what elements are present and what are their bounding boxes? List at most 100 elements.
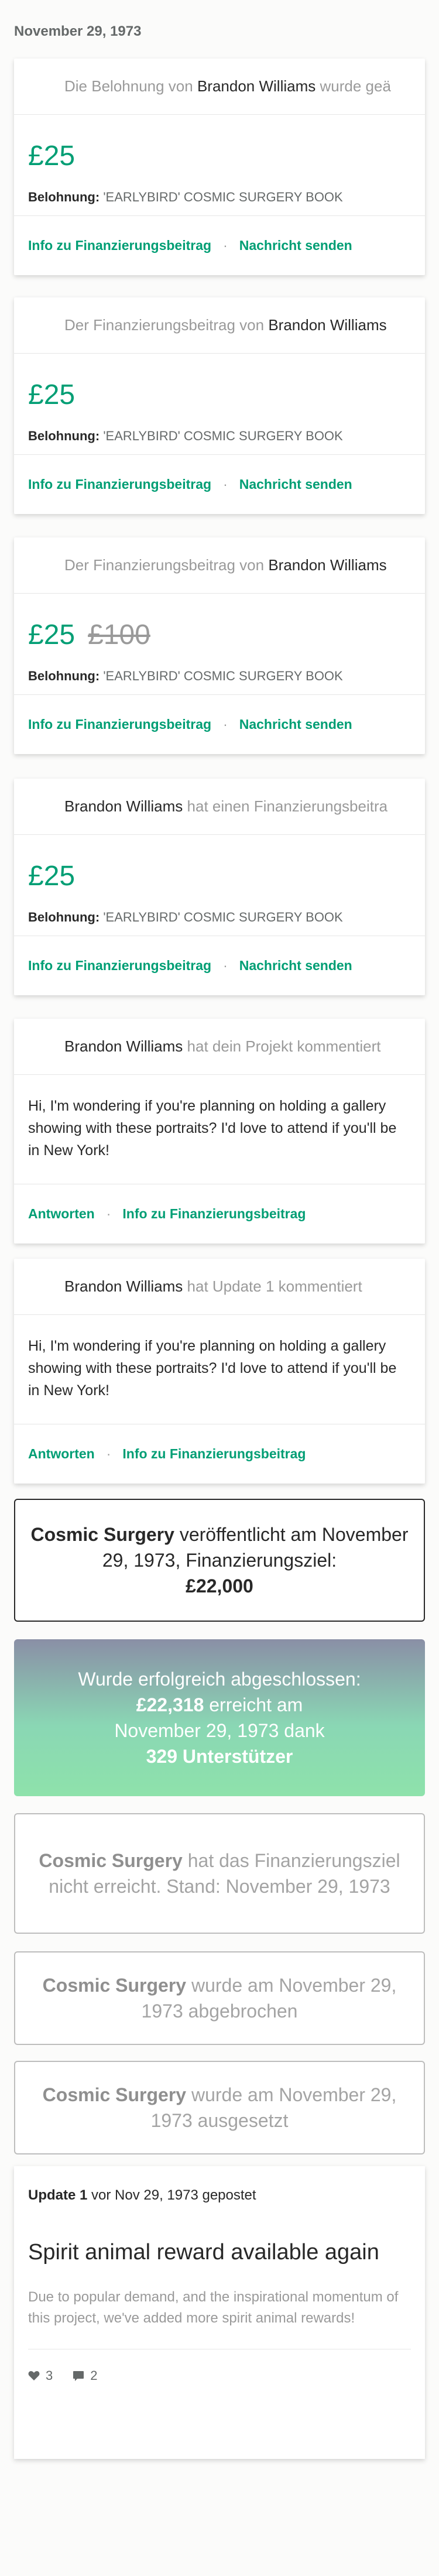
header-prefix: Der Finanzierungsbeitrag von: [64, 556, 265, 574]
header-suffix: hat Update 1 kommentiert: [187, 1277, 362, 1295]
send-message-link[interactable]: Nachricht senden: [239, 958, 352, 974]
pledge-amount: £25: [28, 379, 76, 410]
project-update-card[interactable]: Update 1 vor Nov 29, 1973 gepostet Spiri…: [14, 2166, 425, 2459]
pledge-amount: £25: [28, 619, 76, 650]
activity-card-comment-update[interactable]: Brandon Williams hat Update 1 kommentier…: [14, 1259, 425, 1484]
reward-value: 'EARLYBIRD' COSMIC SURGERY BOOK: [103, 190, 343, 204]
separator: ·: [106, 1446, 111, 1461]
backer-name[interactable]: Brandon Williams: [64, 1037, 183, 1056]
separator: ·: [223, 477, 228, 492]
project-name: Cosmic Surgery: [42, 1975, 187, 1996]
reward-label: Belohnung:: [28, 429, 100, 443]
send-message-link[interactable]: Nachricht senden: [239, 477, 352, 492]
separator: ·: [223, 717, 228, 732]
likes-stat[interactable]: 3: [28, 2368, 53, 2383]
comment-text: Hi, I'm wondering if you're planning on …: [28, 1338, 397, 1399]
reward-label: Belohnung:: [28, 910, 100, 924]
project-suspended-card[interactable]: Cosmic Surgery wurde am November 29, 197…: [14, 2061, 425, 2154]
card-actions: Antworten · Info zu Finanzierungsbeitrag: [14, 1424, 425, 1484]
project-name: Cosmic Surgery: [39, 1850, 183, 1871]
pledge-info-link[interactable]: Info zu Finanzierungsbeitrag: [28, 958, 211, 974]
update-title[interactable]: Spirit animal reward available again: [28, 2238, 411, 2267]
card-header: Brandon Williams hat dein Projekt kommen…: [14, 1019, 425, 1075]
project-launched-card[interactable]: Cosmic Surgery veröffentlicht am Novembe…: [14, 1499, 425, 1622]
success-text: Wurde erfolgreich abgeschlossen: £22,318…: [78, 1666, 361, 1769]
update-posted-date: vor Nov 29, 1973 gepostet: [91, 2187, 256, 2203]
reward-label: Belohnung:: [28, 669, 100, 683]
reply-link[interactable]: Antworten: [28, 1446, 95, 1462]
pledge-info-link[interactable]: Info zu Finanzierungsbeitrag: [122, 1446, 306, 1462]
reward-label: Belohnung:: [28, 190, 100, 204]
card-actions: Info zu Finanzierungsbeitrag · Nachricht…: [14, 215, 425, 275]
card-header: Die Belohnung von Brandon Williams wurde…: [14, 59, 425, 115]
header-prefix: Die Belohnung von: [64, 77, 193, 95]
comment-text: Hi, I'm wondering if you're planning on …: [28, 1098, 397, 1159]
send-message-link[interactable]: Nachricht senden: [239, 717, 352, 732]
previous-pledge-amount: £100: [88, 619, 150, 650]
backer-name[interactable]: Brandon Williams: [64, 797, 183, 816]
success-line-2: erreicht am: [209, 1694, 303, 1715]
launch-text-1: veröffentlicht am: [179, 1524, 317, 1545]
card-actions: Antworten · Info zu Finanzierungsbeitrag: [14, 1184, 425, 1244]
project-canceled-card[interactable]: Cosmic Surgery wurde am November 29, 197…: [14, 1951, 425, 2045]
reward-value: 'EARLYBIRD' COSMIC SURGERY BOOK: [103, 910, 343, 924]
activity-card-reward-changed[interactable]: Die Belohnung von Brandon Williams wurde…: [14, 59, 425, 275]
pledge-info-link[interactable]: Info zu Finanzierungsbeitrag: [28, 717, 211, 732]
backer-name[interactable]: Brandon Williams: [268, 316, 386, 334]
pledge-info-link[interactable]: Info zu Finanzierungsbeitrag: [28, 238, 211, 254]
project-failed-card[interactable]: Cosmic Surgery hat das Finanzierungsziel…: [14, 1813, 425, 1934]
header-suffix: wurde geä: [320, 77, 391, 95]
card-header: Brandon Williams hat Update 1 kommentier…: [14, 1259, 425, 1315]
reward-line: Belohnung: 'EARLYBIRD' COSMIC SURGERY BO…: [28, 669, 411, 684]
send-message-link[interactable]: Nachricht senden: [239, 238, 352, 254]
reward-line: Belohnung: 'EARLYBIRD' COSMIC SURGERY BO…: [28, 429, 411, 444]
likes-count: 3: [46, 2368, 53, 2383]
launch-text-2: , Finanzierungsziel:: [175, 1550, 337, 1571]
success-line-1: Wurde erfolgreich abgeschlossen:: [78, 1669, 361, 1690]
activity-card-new-pledge[interactable]: Brandon Williams hat einen Finanzierungs…: [14, 779, 425, 995]
success-line-3: November 29, 1973 dank: [114, 1720, 325, 1741]
card-header: Der Finanzierungsbeitrag von Brandon Wil…: [14, 297, 425, 354]
reward-line: Belohnung: 'EARLYBIRD' COSMIC SURGERY BO…: [28, 190, 411, 205]
update-meta: Update 1 vor Nov 29, 1973 gepostet: [28, 2187, 411, 2204]
comments-stat[interactable]: 2: [73, 2368, 98, 2383]
launch-text: Cosmic Surgery veröffentlicht am Novembe…: [27, 1522, 412, 1599]
activity-card-pledge[interactable]: Der Finanzierungsbeitrag von Brandon Wil…: [14, 297, 425, 514]
pledge-info-link[interactable]: Info zu Finanzierungsbeitrag: [28, 477, 211, 492]
header-suffix: hat einen Finanzierungsbeitra: [187, 797, 388, 815]
card-actions: Info zu Finanzierungsbeitrag · Nachricht…: [14, 694, 425, 754]
update-stats: 3 2: [28, 2368, 411, 2383]
separator: ·: [106, 1206, 111, 1221]
pledge-amount: £25: [28, 140, 76, 172]
comment-icon: [73, 2371, 84, 2381]
card-header: Brandon Williams hat einen Finanzierungs…: [14, 779, 425, 835]
pledged-amount: £22,318: [136, 1694, 204, 1715]
activity-card-comment-project[interactable]: Brandon Williams hat dein Projekt kommen…: [14, 1019, 425, 1244]
project-name: Cosmic Surgery: [30, 1524, 174, 1545]
suspended-text: Cosmic Surgery wurde am November 29, 197…: [29, 2082, 410, 2133]
card-actions: Info zu Finanzierungsbeitrag · Nachricht…: [14, 454, 425, 514]
backer-name[interactable]: Brandon Williams: [197, 77, 315, 95]
suspended-message: wurde am November 29, 1973 ausgesetzt: [150, 2084, 397, 2131]
comments-count: 2: [90, 2368, 98, 2383]
failed-text: Cosmic Surgery hat das Finanzierungsziel…: [29, 1848, 410, 1899]
pledge-amount: £25: [28, 860, 76, 892]
reward-value: 'EARLYBIRD' COSMIC SURGERY BOOK: [103, 429, 343, 443]
update-description: Due to popular demand, and the inspirati…: [28, 2289, 399, 2326]
header-prefix: Der Finanzierungsbeitrag von: [64, 316, 265, 334]
funding-goal: £22,000: [186, 1575, 253, 1597]
date-header: November 29, 1973: [14, 23, 142, 39]
project-name: Cosmic Surgery: [42, 2084, 187, 2105]
separator: ·: [223, 958, 228, 973]
project-successful-card[interactable]: Wurde erfolgreich abgeschlossen: £22,318…: [14, 1639, 425, 1796]
update-label: Update 1: [28, 2187, 88, 2203]
pledge-info-link[interactable]: Info zu Finanzierungsbeitrag: [122, 1206, 306, 1222]
header-suffix: hat dein Projekt kommentiert: [187, 1037, 381, 1055]
canceled-text: Cosmic Surgery wurde am November 29, 197…: [29, 1972, 410, 2024]
backer-name[interactable]: Brandon Williams: [64, 1277, 183, 1296]
card-actions: Info zu Finanzierungsbeitrag · Nachricht…: [14, 936, 425, 995]
reply-link[interactable]: Antworten: [28, 1206, 95, 1222]
reward-line: Belohnung: 'EARLYBIRD' COSMIC SURGERY BO…: [28, 910, 411, 925]
backer-name[interactable]: Brandon Williams: [268, 556, 386, 574]
activity-card-pledge-changed[interactable]: Der Finanzierungsbeitrag von Brandon Wil…: [14, 537, 425, 754]
